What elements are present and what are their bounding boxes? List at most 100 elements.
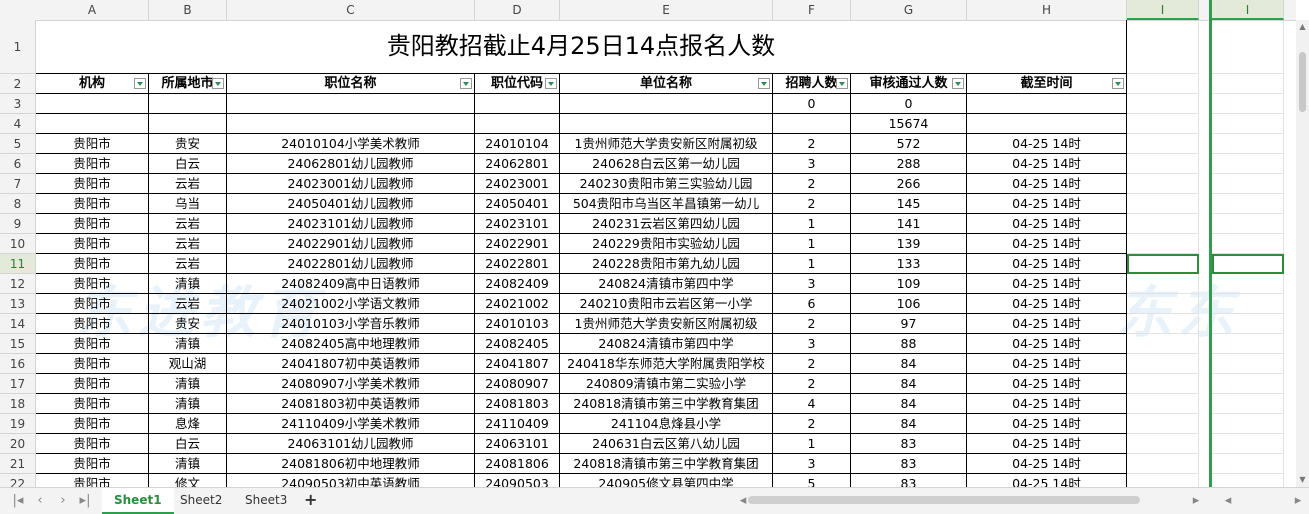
- row4-cell[interactable]: [36, 114, 149, 134]
- table-cell[interactable]: 24062801: [475, 154, 560, 174]
- active-cell-selection[interactable]: [1212, 254, 1284, 274]
- empty-cell[interactable]: [1212, 194, 1284, 214]
- row4-cell[interactable]: [149, 114, 227, 134]
- vertical-scroll-thumb[interactable]: [1299, 52, 1306, 112]
- table-cell[interactable]: 24062801幼儿园教师: [227, 154, 475, 174]
- row-header-7[interactable]: 7: [0, 174, 35, 194]
- table-cell[interactable]: 83: [851, 474, 967, 487]
- table-cell[interactable]: 24081803初中英语教师: [227, 394, 475, 414]
- scroll-left-icon-2[interactable]: ◂: [1220, 492, 1236, 510]
- row-header-15[interactable]: 15: [0, 334, 35, 354]
- table-cell[interactable]: 云岩: [149, 294, 227, 314]
- table-cell[interactable]: 1贵州师范大学贵安新区附属初级: [560, 314, 773, 334]
- empty-cell[interactable]: [1212, 454, 1284, 474]
- empty-cell[interactable]: [1127, 354, 1199, 374]
- empty-cell[interactable]: [1127, 334, 1199, 354]
- table-cell[interactable]: 贵阳市: [36, 154, 149, 174]
- table-cell[interactable]: 240210贵阳市云岩区第一小学: [560, 294, 773, 314]
- table-cell[interactable]: 24080907: [475, 374, 560, 394]
- table-cell[interactable]: 贵阳市: [36, 254, 149, 274]
- header-cell-5[interactable]: 单位名称: [560, 74, 773, 94]
- empty-cell[interactable]: [1127, 454, 1199, 474]
- row-header-12[interactable]: 12: [0, 274, 35, 294]
- empty-cell[interactable]: [1127, 114, 1199, 134]
- table-cell[interactable]: 清镇: [149, 394, 227, 414]
- row-header-19[interactable]: 19: [0, 414, 35, 434]
- empty-cell[interactable]: [1212, 374, 1284, 394]
- empty-cell[interactable]: [1127, 274, 1199, 294]
- table-cell[interactable]: 288: [851, 154, 967, 174]
- table-cell[interactable]: 24023101幼儿园教师: [227, 214, 475, 234]
- table-cell[interactable]: 04-25 14时: [967, 354, 1127, 374]
- row-header-11[interactable]: 11: [0, 254, 35, 274]
- row3-cell[interactable]: [475, 94, 560, 114]
- empty-cell[interactable]: [1212, 174, 1284, 194]
- table-cell[interactable]: 云岩: [149, 234, 227, 254]
- table-cell[interactable]: 2: [773, 354, 851, 374]
- table-cell[interactable]: 240809清镇市第二实验小学: [560, 374, 773, 394]
- empty-cell[interactable]: [1212, 314, 1284, 334]
- table-cell[interactable]: 白云: [149, 434, 227, 454]
- table-cell[interactable]: 24010103: [475, 314, 560, 334]
- empty-cell[interactable]: [1212, 334, 1284, 354]
- empty-cell[interactable]: [1127, 94, 1199, 114]
- empty-cell[interactable]: [1212, 434, 1284, 454]
- table-cell[interactable]: 97: [851, 314, 967, 334]
- table-cell[interactable]: 04-25 14时: [967, 454, 1127, 474]
- row3-cell[interactable]: [560, 94, 773, 114]
- table-cell[interactable]: 贵阳市: [36, 314, 149, 334]
- table-cell[interactable]: 04-25 14时: [967, 374, 1127, 394]
- table-cell[interactable]: 2: [773, 314, 851, 334]
- table-cell[interactable]: 24022901幼儿园教师: [227, 234, 475, 254]
- table-cell[interactable]: 504贵阳市乌当区羊昌镇第一幼儿: [560, 194, 773, 214]
- header-cell-6[interactable]: 招聘人数: [773, 74, 851, 94]
- next-sheet-icon[interactable]: ›: [55, 492, 71, 510]
- empty-cell[interactable]: [1127, 374, 1199, 394]
- column-header-g[interactable]: G: [851, 0, 967, 20]
- table-cell[interactable]: 24010104: [475, 134, 560, 154]
- scroll-right-icon[interactable]: ▸: [1188, 492, 1204, 510]
- table-cell[interactable]: 109: [851, 274, 967, 294]
- row4-cell[interactable]: [475, 114, 560, 134]
- table-cell[interactable]: 266: [851, 174, 967, 194]
- row-header-18[interactable]: 18: [0, 394, 35, 414]
- tab-sheet1[interactable]: Sheet1: [102, 488, 174, 514]
- table-cell[interactable]: 贵阳市: [36, 294, 149, 314]
- table-cell[interactable]: 04-25 14时: [967, 394, 1127, 414]
- table-cell[interactable]: 2: [773, 194, 851, 214]
- filter-dropdown-icon[interactable]: [952, 78, 964, 89]
- header-cell-3[interactable]: 职位名称: [227, 74, 475, 94]
- table-cell[interactable]: 24023101: [475, 214, 560, 234]
- table-cell[interactable]: 24081803: [475, 394, 560, 414]
- empty-cell[interactable]: [1127, 214, 1199, 234]
- table-cell[interactable]: 清镇: [149, 334, 227, 354]
- table-cell[interactable]: 106: [851, 294, 967, 314]
- empty-cell[interactable]: [1127, 174, 1199, 194]
- column-header-b[interactable]: B: [149, 0, 227, 20]
- table-cell[interactable]: 清镇: [149, 374, 227, 394]
- row-header-10[interactable]: 10: [0, 234, 35, 254]
- table-cell[interactable]: 04-25 14时: [967, 334, 1127, 354]
- empty-cell[interactable]: [1212, 74, 1284, 94]
- freeze-pane-divider[interactable]: [1209, 0, 1212, 487]
- empty-cell[interactable]: [1212, 134, 1284, 154]
- row-header-13[interactable]: 13: [0, 294, 35, 314]
- table-cell[interactable]: 240228贵阳市第九幼儿园: [560, 254, 773, 274]
- tab-sheet2[interactable]: Sheet2: [168, 488, 234, 512]
- row3-cell[interactable]: 0: [851, 94, 967, 114]
- table-cell[interactable]: 乌当: [149, 194, 227, 214]
- table-cell[interactable]: 白云: [149, 154, 227, 174]
- table-cell[interactable]: 2: [773, 374, 851, 394]
- last-sheet-icon[interactable]: ▸|: [77, 492, 93, 510]
- row4-cell[interactable]: [967, 114, 1127, 134]
- table-cell[interactable]: 04-25 14时: [967, 214, 1127, 234]
- table-cell[interactable]: 6: [773, 294, 851, 314]
- table-cell[interactable]: 04-25 14时: [967, 314, 1127, 334]
- filter-dropdown-icon[interactable]: [134, 78, 146, 89]
- table-cell[interactable]: 24023001: [475, 174, 560, 194]
- row3-cell[interactable]: [227, 94, 475, 114]
- column-header-i[interactable]: I: [1127, 0, 1199, 20]
- table-cell[interactable]: 24050401: [475, 194, 560, 214]
- scroll-right-icon-2[interactable]: ▸: [1290, 492, 1306, 510]
- table-cell[interactable]: 24023001幼儿园教师: [227, 174, 475, 194]
